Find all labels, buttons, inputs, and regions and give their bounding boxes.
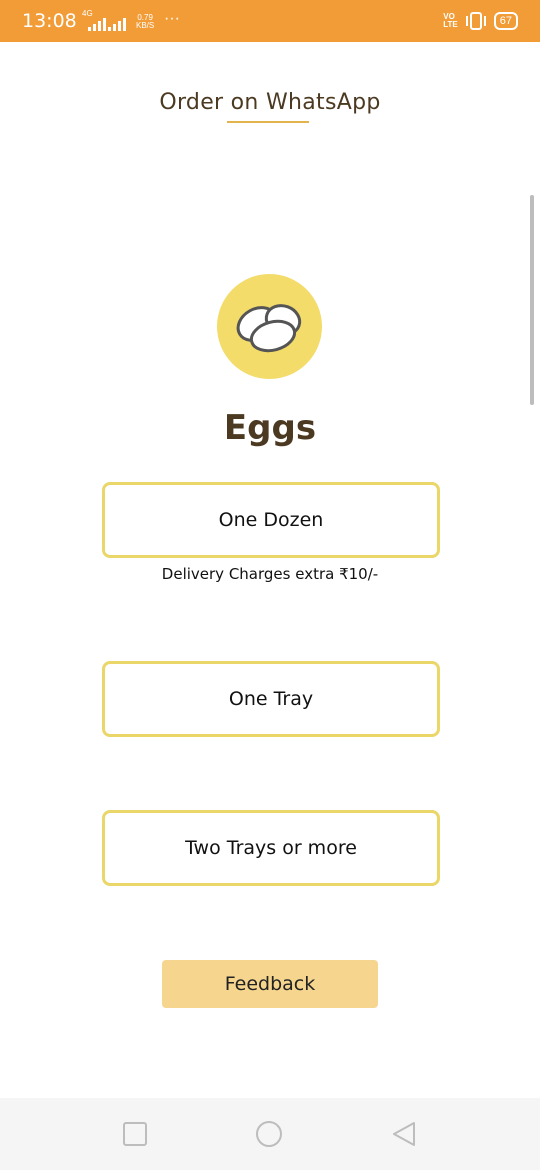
title-underline <box>227 121 309 123</box>
option-one-dozen-button[interactable]: One Dozen <box>102 482 440 558</box>
product-name: Eggs <box>223 408 317 448</box>
feedback-button[interactable]: Feedback <box>162 960 378 1008</box>
recents-square-icon[interactable] <box>121 1120 149 1148</box>
network-type-label: 4G <box>82 9 93 18</box>
vibrate-icon <box>465 12 486 30</box>
volte-bottom-text: LTE <box>443 20 458 29</box>
volte-icon: VO LTE <box>443 13 458 29</box>
network-speed: 0.79 KB/S <box>136 14 154 30</box>
system-nav-bar <box>0 1098 540 1170</box>
page-title: Order on WhatsApp <box>159 90 381 115</box>
signal-icon-sim1 <box>88 18 106 31</box>
more-notifications-icon: ··· <box>164 10 180 27</box>
scrollbar[interactable] <box>530 195 534 405</box>
signal-icon-sim2 <box>108 18 126 31</box>
network-speed-unit: KB/S <box>136 21 155 30</box>
option-one-tray-button[interactable]: One Tray <box>102 661 440 737</box>
option-two-trays-button[interactable]: Two Trays or more <box>102 810 440 886</box>
battery-icon: 67 <box>493 12 518 30</box>
status-bar: 13:08 4G 0.79 KB/S ··· VO LTE 67 <box>0 0 540 42</box>
delivery-charges-note: Delivery Charges extra ₹10/- <box>161 565 379 583</box>
back-triangle-icon[interactable] <box>390 1120 418 1148</box>
home-circle-icon[interactable] <box>255 1120 283 1148</box>
eggs-icon <box>217 274 322 379</box>
status-time: 13:08 <box>22 10 77 32</box>
